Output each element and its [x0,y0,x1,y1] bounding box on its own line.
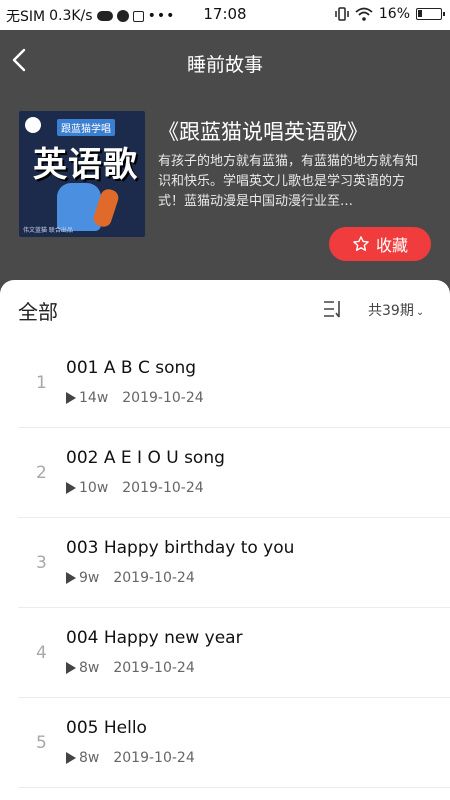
play-icon [66,392,76,404]
play-icon [66,572,76,584]
episode-title: 004 Happy new year [66,628,243,648]
episode-count-label: 共39期 [368,303,414,319]
album-name: 《跟蓝猫说唱英语歌》 [158,120,368,144]
episode-row[interactable]: 5 005 Hello 8w 2019-10-24 [0,698,450,788]
status-right: 16% [335,6,445,22]
cover-logo-icon [25,117,41,133]
episode-index: 4 [36,643,47,663]
episode-row[interactable]: 4 004 Happy new year 8w 2019-10-24 [0,608,450,698]
play-count: 10w [79,480,109,496]
sort-button[interactable] [322,298,344,320]
episode-index: 1 [36,373,47,393]
episode-index: 2 [36,463,47,483]
episode-sheet: 全部 共39期 ⌄ 1 001 A B C song 14w 2019-10-24… [0,280,450,800]
episode-meta: 8w 2019-10-24 [66,660,195,676]
all-tab[interactable]: 全部 [18,296,58,325]
episode-date: 2019-10-24 [113,750,195,766]
episode-meta: 14w 2019-10-24 [66,390,204,406]
battery-icon [416,8,445,20]
list-header: 全部 共39期 ⌄ [0,280,450,338]
cover-big-title: 英语歌 [33,145,138,185]
favorite-button[interactable]: 收藏 [329,227,431,261]
star-outline-icon [353,236,369,251]
episode-row[interactable]: 3 003 Happy birthday to you 9w 2019-10-2… [0,518,450,608]
play-icon [66,482,76,494]
album-cover[interactable]: 跟蓝猫学唱 英语歌 伟文蓝猫 联合出品 [19,111,145,237]
play-icon [66,662,76,674]
play-icon [66,752,76,764]
episode-date: 2019-10-24 [113,570,195,586]
play-count: 9w [79,570,100,586]
blue-cat-illustration [57,183,101,231]
episode-index: 5 [36,733,47,753]
episode-date: 2019-10-24 [122,390,204,406]
app-header: 睡前故事 [0,30,450,90]
album-description[interactable]: 有孩子的地方就有蓝猫，有蓝猫的地方就有知识和快乐。学唱英文儿歌也是学习英语的方式… [158,152,424,212]
episode-meta: 9w 2019-10-24 [66,570,195,586]
episode-title: 002 A E I O U song [66,448,225,468]
episode-count-dropdown[interactable]: 共39期 ⌄ [368,300,424,320]
episode-index: 3 [36,553,47,573]
status-bar: 无SIM 0.3K/s ••• 17:08 16% [0,0,450,30]
episode-meta: 8w 2019-10-24 [66,750,195,766]
divider [18,787,450,788]
play-count: 8w [79,660,100,676]
episode-title: 001 A B C song [66,358,197,378]
episode-title: 003 Happy birthday to you [66,538,295,558]
sort-icon [324,301,340,318]
play-count: 8w [79,750,100,766]
chevron-down-icon: ⌄ [415,307,425,318]
episode-title: 005 Hello [66,718,147,738]
wifi-icon [355,7,373,21]
battery-percent: 16% [378,6,410,22]
episode-list: 1 001 A B C song 14w 2019-10-24 2 002 A … [0,338,450,788]
favorite-label: 收藏 [375,236,408,255]
cover-footer: 伟文蓝猫 联合出品 [23,227,73,234]
page-title: 睡前故事 [186,54,263,76]
cover-small-title: 跟蓝猫学唱 [57,119,115,136]
vibrate-icon [335,7,349,21]
episode-row[interactable]: 1 001 A B C song 14w 2019-10-24 [0,338,450,428]
play-count: 14w [79,390,109,406]
episode-meta: 10w 2019-10-24 [66,480,204,496]
episode-date: 2019-10-24 [113,660,195,676]
episode-date: 2019-10-24 [122,480,204,496]
episode-row[interactable]: 2 002 A E I O U song 10w 2019-10-24 [0,428,450,518]
